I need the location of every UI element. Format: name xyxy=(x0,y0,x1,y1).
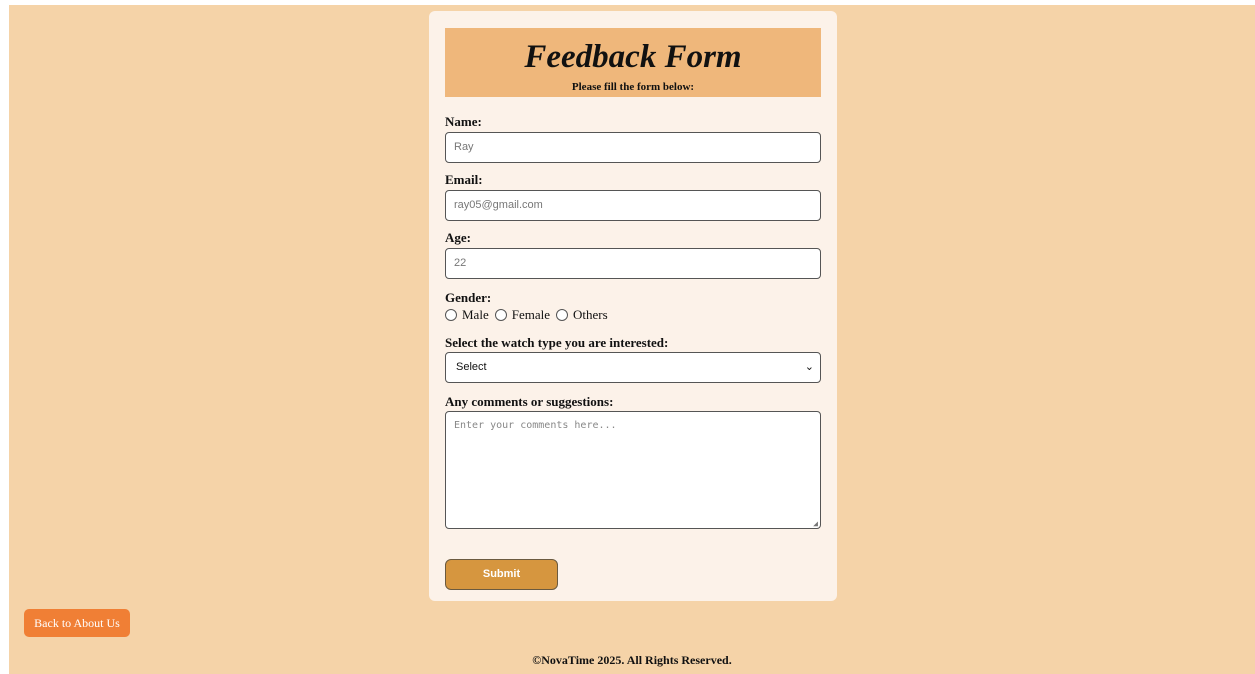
radio-female-label[interactable]: Female xyxy=(512,307,550,323)
radio-others-label[interactable]: Others xyxy=(573,307,608,323)
radio-male[interactable] xyxy=(445,309,457,321)
radio-others[interactable] xyxy=(555,309,568,321)
back-to-about-button[interactable]: Back to About Us xyxy=(24,609,130,637)
comments-textarea[interactable]: Enter your comments here... ◢ xyxy=(445,411,821,529)
form-title: Feedback Form xyxy=(524,39,742,75)
name-label: Name: xyxy=(445,114,482,129)
page-background: Feedback Form Please fill the form below… xyxy=(9,5,1255,674)
email-label: Email: xyxy=(445,172,483,187)
comments-placeholder: Enter your comments here... xyxy=(454,420,617,431)
footer-copyright: ©NovaTime 2025. All Rights Reserved. xyxy=(532,653,732,667)
watch-type-label: Select the watch type you are interested… xyxy=(445,335,669,350)
watch-type-select[interactable]: Select ⌄ xyxy=(445,352,821,383)
watch-type-selected-value: Select xyxy=(456,361,487,373)
chevron-down-icon: ⌄ xyxy=(804,361,814,373)
age-input[interactable]: 22 xyxy=(445,248,821,279)
submit-button[interactable]: Submit xyxy=(445,559,558,590)
email-input[interactable]: ray05@gmail.com xyxy=(445,190,821,221)
name-input[interactable]: Ray xyxy=(445,132,821,163)
feedback-form-card: Feedback Form Please fill the form below… xyxy=(429,11,837,601)
form-header: Feedback Form Please fill the form below… xyxy=(445,28,821,97)
resize-handle-icon[interactable]: ◢ xyxy=(813,519,818,528)
radio-female[interactable] xyxy=(494,309,507,321)
gender-label: Gender: xyxy=(445,290,492,305)
comments-label: Any comments or suggestions: xyxy=(445,394,614,409)
radio-male-label[interactable]: Male xyxy=(462,307,489,323)
form-subtitle: Please fill the form below: xyxy=(571,81,695,93)
gender-radio-group: Male Female Others xyxy=(445,307,614,323)
age-label: Age: xyxy=(445,230,471,245)
